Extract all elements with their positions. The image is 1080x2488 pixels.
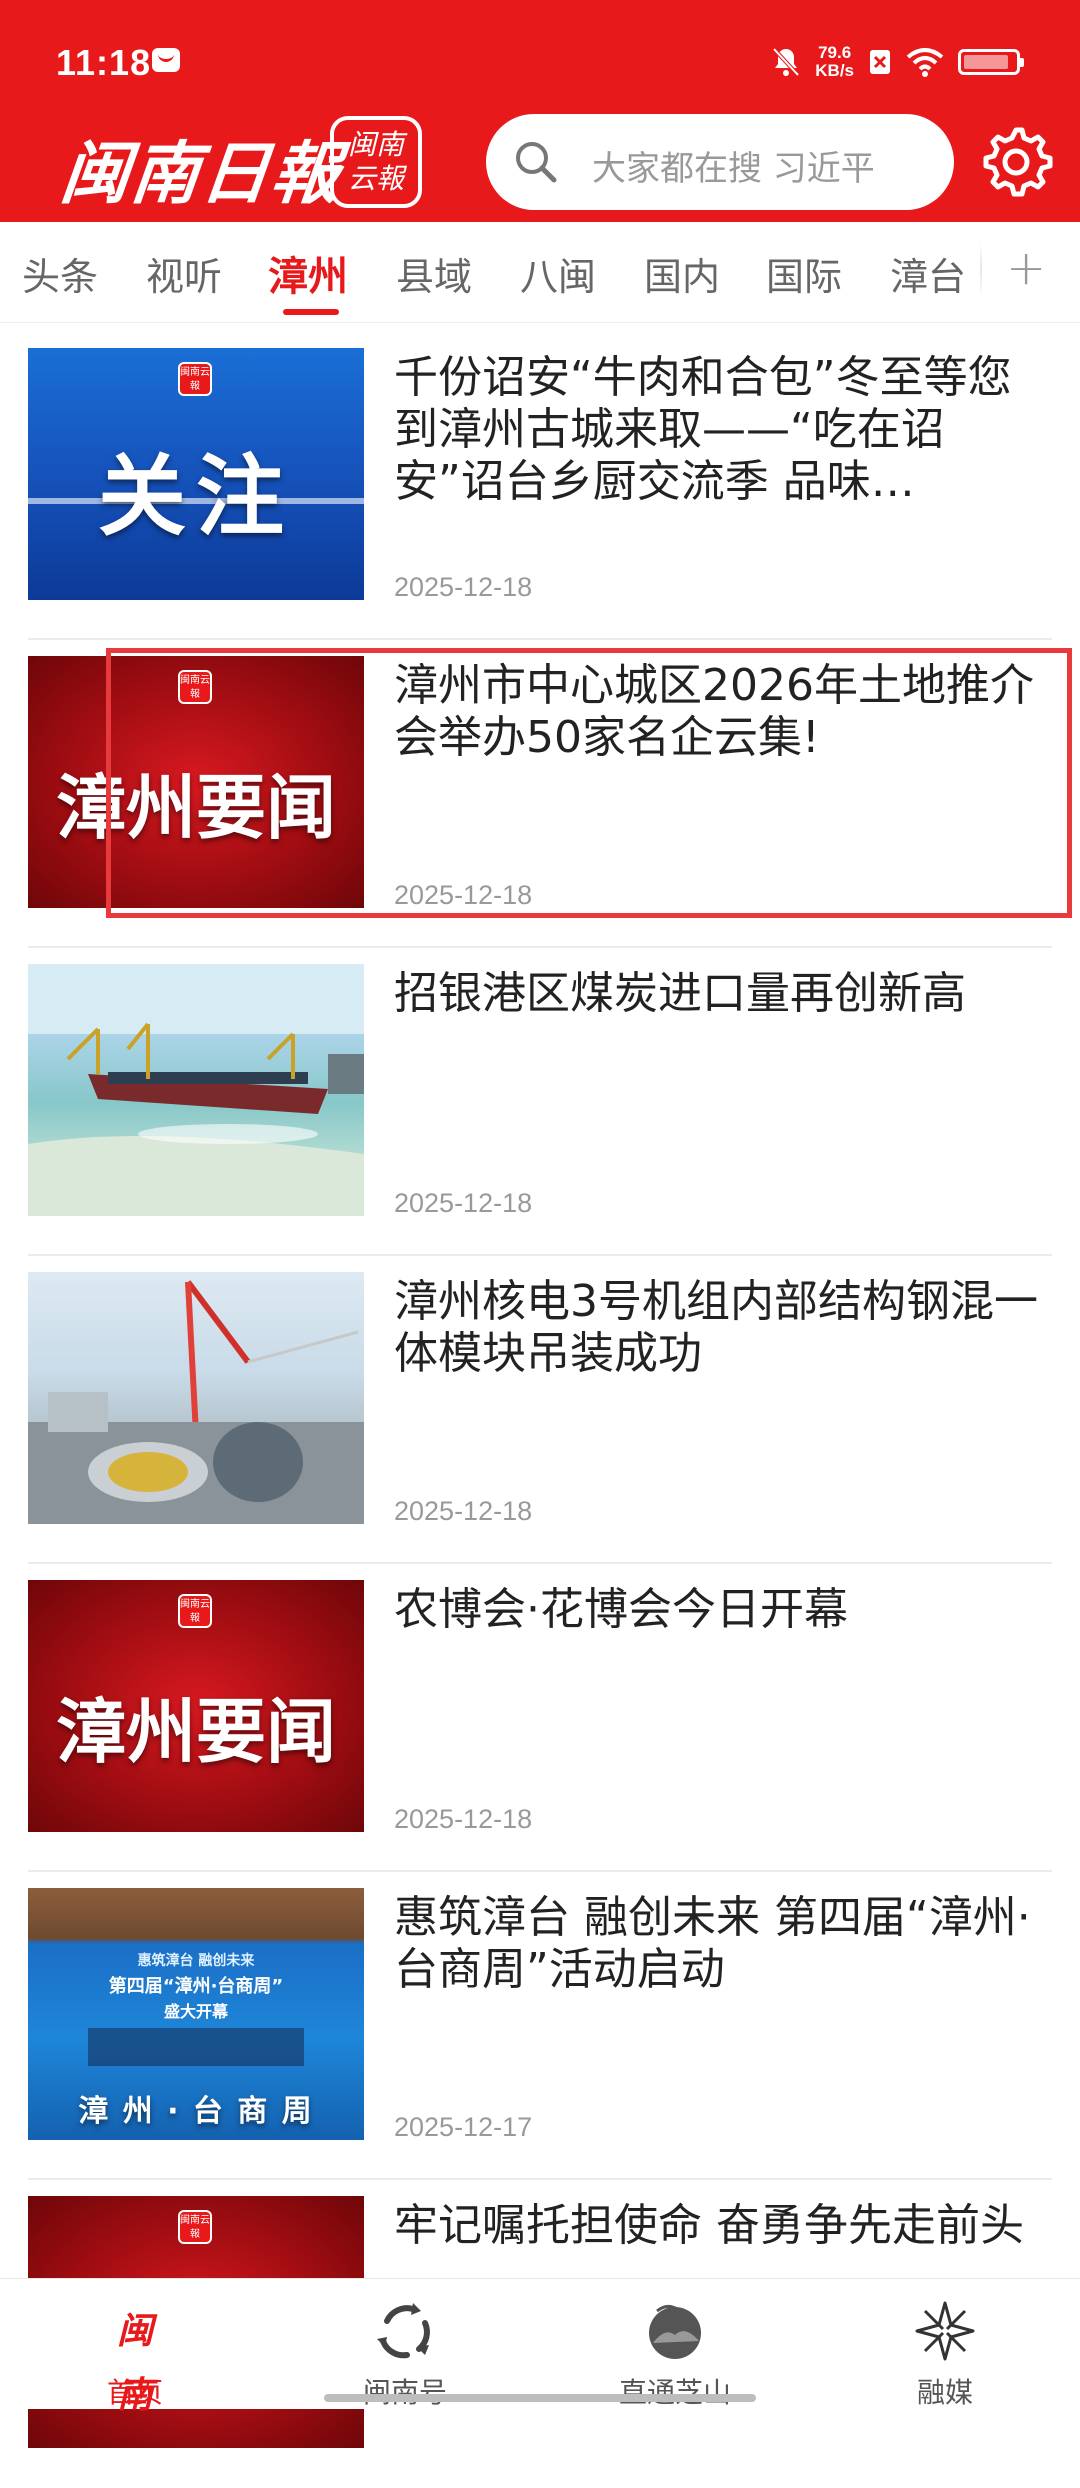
- tab-toutiao[interactable]: 头条: [22, 246, 98, 301]
- star-compass-icon: [915, 2301, 975, 2361]
- status-icons: 79.6 KB/s: [771, 40, 1024, 84]
- news-date: 2025-12-17: [394, 2112, 533, 2142]
- search-icon: [516, 142, 557, 183]
- app-logo-badge: 闽南 云報: [330, 116, 422, 208]
- mute-bell-icon: [772, 47, 800, 77]
- logo-badge-line2: 云報: [347, 162, 404, 195]
- bottom-nav: 闽南 首页 闽南号 直通芝山 融媒: [0, 2278, 1080, 2416]
- home-indicator[interactable]: [324, 2394, 756, 2402]
- news-date: 2025-12-18: [394, 1188, 533, 1218]
- news-title: 招银港区煤炭进口量再创新高: [394, 968, 966, 1019]
- news-date: 2025-12-18: [394, 572, 533, 602]
- thumb-banner-mid: 第四届“漳州·台商周”: [108, 1976, 284, 1997]
- tab-divider: [980, 242, 982, 298]
- search-placeholder: 大家都在搜 习近平: [592, 149, 875, 189]
- thumb-logo: 闽南云報: [178, 2210, 212, 2244]
- highlight-box: [106, 648, 1072, 918]
- status-time: 11:18: [56, 42, 152, 83]
- logo-badge-line1: 闽南: [347, 128, 404, 161]
- nav-rongmei[interactable]: 融媒: [810, 2279, 1080, 2409]
- thumb-bottom-label: 漳 州 · 台 商 周: [78, 2094, 314, 2129]
- thumb-stage-people: [88, 2028, 304, 2066]
- tab-bamin[interactable]: 八闽: [520, 246, 596, 301]
- news-item[interactable]: 闽南云報 漳州要闻 农博会·花博会今日开幕 2025-12-18: [0, 1564, 1080, 1872]
- thumb-label: 关注: [97, 445, 294, 548]
- tab-guoji[interactable]: 国际: [766, 246, 842, 301]
- network-speed-value: 79.6: [818, 43, 852, 62]
- news-thumbnail: [28, 964, 364, 1216]
- tab-zhangzhou[interactable]: 漳州: [268, 244, 348, 302]
- nav-zhitongzhishan[interactable]: 直通芝山: [540, 2279, 810, 2409]
- nuclear-plant-image: [28, 1280, 364, 1524]
- minnan-logo-icon: 闽南: [116, 2310, 153, 2416]
- news-date: 2025-12-18: [394, 1496, 533, 1526]
- news-thumbnail: 惠筑漳台 融创未来 第四届“漳州·台商周” 盛大开幕 漳 州 · 台 商 周: [28, 1888, 364, 2140]
- tab-shiting[interactable]: 视听: [146, 246, 222, 301]
- mountain-icon: [649, 2304, 701, 2359]
- app-logo: 闽南日報: [57, 134, 346, 214]
- news-thumbnail: [28, 1272, 364, 1524]
- thumb-logo: 闽南云報: [178, 362, 212, 396]
- thumb-label: 漳州要闻: [56, 1691, 336, 1773]
- tab-xianyu[interactable]: 县域: [396, 246, 472, 301]
- channel-tabs: 头条 视听 漳州 县域 八闽 国内 国际 漳台 +: [0, 222, 1080, 323]
- news-thumbnail: 闽南云報 关注: [28, 348, 364, 600]
- thumb-logo: 闽南云報: [178, 1594, 212, 1628]
- nav-label: 首页: [106, 2376, 163, 2409]
- network-speed: 79.6 KB/s: [815, 44, 854, 80]
- app-header: 11:18 79.6 KB/s 闽南日報 闽南 云報 大家都在搜 习近平: [0, 0, 1080, 222]
- news-title: 农博会·花博会今日开幕: [394, 1584, 848, 1635]
- nav-minnanhao[interactable]: 闽南号: [270, 2279, 540, 2409]
- news-title: 漳州核电3号机组内部结构钢混一体模块吊装成功: [394, 1276, 1038, 1379]
- nav-label: 直通芝山: [618, 2376, 731, 2409]
- news-title: 牢记嘱托担使命 奋勇争先走前头: [394, 2200, 1024, 2251]
- tab-zhangtai[interactable]: 漳台: [890, 246, 966, 301]
- network-speed-unit: KB/s: [815, 61, 854, 80]
- nav-label: 融媒: [916, 2376, 973, 2409]
- active-tab-indicator: [283, 309, 339, 315]
- thumb-banner-top: 惠筑漳台 融创未来: [137, 1953, 255, 1969]
- port-ship-image: [28, 964, 364, 1216]
- wifi-icon: [906, 48, 944, 77]
- news-date: 2025-12-18: [394, 1804, 533, 1834]
- news-title: 千份诏安“牛肉和合包”冬至等您到漳州古城来取——“吃在诏安”诏台乡厨交流季 品味…: [394, 352, 1012, 507]
- news-title: 惠筑漳台 融创未来 第四届“漳州·台商周”活动启动: [394, 1892, 1031, 1995]
- news-item[interactable]: 闽南云報 关注 千份诏安“牛肉和合包”冬至等您到漳州古城来取——“吃在诏安”诏台…: [0, 332, 1080, 640]
- nav-label: 闽南号: [362, 2376, 447, 2409]
- tab-guonei[interactable]: 国内: [644, 246, 720, 301]
- thumb-banner-sub: 盛大开幕: [163, 2002, 228, 2021]
- battery-icon: [958, 49, 1024, 75]
- gear-icon[interactable]: [978, 124, 1054, 200]
- message-notification-icon: [152, 48, 180, 72]
- no-sim-icon: [870, 50, 890, 74]
- search-input[interactable]: 大家都在搜 习近平: [486, 114, 954, 210]
- news-item[interactable]: 惠筑漳台 融创未来 第四届“漳州·台商周” 盛大开幕 漳 州 · 台 商 周 惠…: [0, 1872, 1080, 2180]
- add-channel-button[interactable]: +: [1006, 240, 1046, 296]
- news-thumbnail: 闽南云報 漳州要闻: [28, 1580, 364, 1832]
- news-item[interactable]: 招银港区煤炭进口量再创新高 2025-12-18: [0, 948, 1080, 1256]
- nav-home[interactable]: 闽南 首页: [0, 2279, 270, 2416]
- news-item[interactable]: 漳州核电3号机组内部结构钢混一体模块吊装成功 2025-12-18: [0, 1256, 1080, 1564]
- cycle-icon: [377, 2303, 430, 2359]
